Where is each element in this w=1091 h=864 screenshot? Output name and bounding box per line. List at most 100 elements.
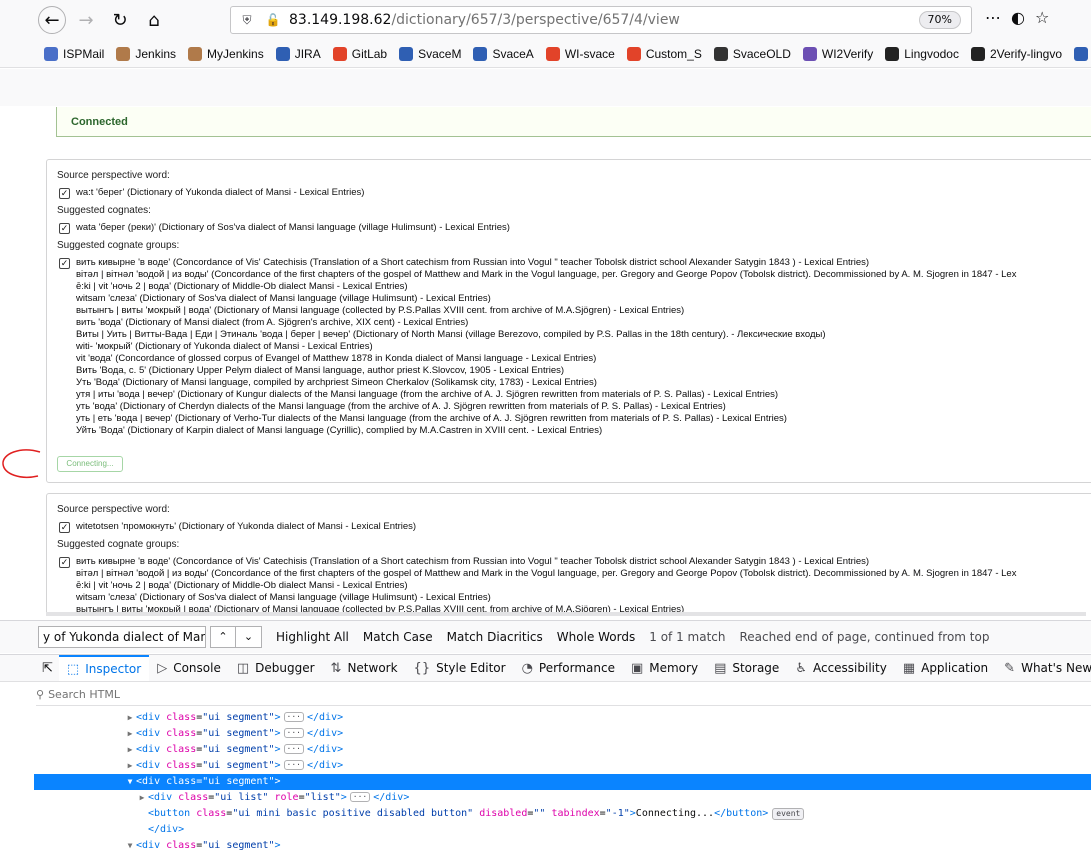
- pocket-icon[interactable]: ◐: [1011, 8, 1025, 27]
- bookmark-item[interactable]: Jenkins: [116, 46, 176, 61]
- checkbox-checked-icon[interactable]: ✓: [59, 223, 70, 234]
- bookmark-favicon-icon: [802, 46, 817, 61]
- find-input[interactable]: y of Yukonda dialect of Mansi: [38, 626, 206, 648]
- bookmark-item[interactable]: ISP: [1074, 46, 1091, 61]
- memory-icon: ▣: [630, 660, 644, 676]
- collapse-arrow-icon[interactable]: ▼: [124, 774, 136, 790]
- bookmark-item[interactable]: SvaceA: [473, 46, 534, 61]
- back-button[interactable]: ←: [38, 6, 66, 34]
- cognate-group-entry: вить кивырне 'в воде' (Concordance of Vi…: [76, 556, 870, 567]
- bookmark-item[interactable]: SvaceM: [399, 46, 461, 61]
- collapsed-content-icon[interactable]: ···: [283, 744, 304, 754]
- forward-button[interactable]: →: [72, 6, 100, 34]
- devtools-tab-style-editor[interactable]: {} Style Editor: [406, 655, 514, 681]
- bookmark-item[interactable]: WI2Verify: [802, 46, 873, 61]
- bookmark-item[interactable]: WI-svace: [545, 46, 615, 61]
- checkbox-checked-icon[interactable]: ✓: [59, 557, 70, 568]
- devtools-tab-network[interactable]: ⇅ Network: [323, 655, 406, 681]
- expand-arrow-icon[interactable]: ▶: [136, 790, 148, 806]
- event-badge[interactable]: event: [772, 808, 805, 820]
- cognate-groups-label: Suggested cognate groups:: [57, 240, 180, 251]
- collapse-arrow-icon[interactable]: ▼: [124, 838, 136, 854]
- connecting-button[interactable]: Connecting...: [57, 456, 123, 472]
- zoom-level-badge[interactable]: 70%: [918, 11, 961, 29]
- bookmark-favicon-icon: [275, 46, 290, 61]
- chevron-down-icon: ⌄: [243, 630, 254, 643]
- red-annotation-mark: [2, 449, 41, 478]
- match-case-option[interactable]: Match Case: [363, 630, 433, 644]
- search-html-field[interactable]: ⚲ Search HTML: [36, 684, 1091, 706]
- source-word: witetotsen 'промокнуть' (Dictionary of Y…: [76, 521, 417, 532]
- markup-node-selected[interactable]: ▼ <div class="ui segment">: [34, 774, 1091, 790]
- devtools-tab-storage[interactable]: ▤ Storage: [706, 655, 787, 681]
- source-word-row[interactable]: ✓ witetotsen 'промокнуть' (Dictionary of…: [57, 521, 1091, 533]
- bookmark-favicon-icon: [188, 46, 203, 61]
- cognate-group-row[interactable]: ✓ вить кивырне 'в воде' (Concordance of …: [57, 257, 1091, 437]
- bookmark-favicon-icon: [626, 46, 641, 61]
- bookmark-item[interactable]: SvaceOLD: [713, 46, 791, 61]
- devtools-tab-accessibility[interactable]: ♿ Accessibility: [787, 655, 895, 681]
- console-icon: ▷: [157, 660, 168, 676]
- collapsed-content-icon[interactable]: ···: [349, 792, 371, 802]
- url-bar[interactable]: ⛨ 🔓 83.149.198.62/dictionary/657/3/persp…: [230, 6, 972, 34]
- devtools-tab-application[interactable]: ▦ Application: [895, 655, 996, 681]
- devtools-tab-memory[interactable]: ▣ Memory: [623, 655, 706, 681]
- find-status: Reached end of page, continued from top: [739, 630, 990, 644]
- devtools-tab-debugger[interactable]: ◫ Debugger: [229, 655, 323, 681]
- suggested-cognate-row[interactable]: ✓ wata 'берег (реки)' (Dictionary of Sos…: [57, 222, 1091, 234]
- cognate-group-entry: vit 'вода' (Concordance of glossed corpu…: [76, 353, 597, 364]
- cognate-group-entry: Вить 'Вода, с. 5' (Dictionary Upper Pely…: [76, 365, 565, 376]
- checkbox-checked-icon[interactable]: ✓: [59, 258, 70, 269]
- shield-icon[interactable]: ⛨: [237, 13, 257, 28]
- horizontal-scrollbar[interactable]: [46, 612, 1086, 616]
- bookmark-item[interactable]: ISPMail: [44, 46, 105, 61]
- cognate-group-entry: вить кивырне 'в воде' (Concordance of Vi…: [76, 257, 870, 268]
- expand-arrow-icon[interactable]: ▶: [124, 742, 136, 758]
- whole-words-option[interactable]: Whole Words: [557, 630, 635, 644]
- accessibility-icon: ♿: [795, 660, 807, 676]
- source-word-row[interactable]: ✓ wa:t 'берег' (Dictionary of Yukonda di…: [57, 187, 1091, 199]
- devtools-tab-what-s-new[interactable]: ✎ What's New: [996, 655, 1091, 681]
- devtools-tab-label: Performance: [538, 661, 615, 675]
- markup-node-list[interactable]: ▶ <div class="ui list" role="list"> ··· </d…: [34, 790, 1091, 806]
- devtools-tab-inspector[interactable]: ⬚ Inspector: [58, 655, 150, 681]
- whats-new-icon: ✎: [1004, 660, 1016, 676]
- cognate-group-row[interactable]: ✓ вить кивырне 'в воде' (Concordance of …: [57, 556, 1091, 616]
- bookmark-item[interactable]: MyJenkins: [188, 46, 264, 61]
- find-next-button[interactable]: ⌄: [236, 626, 262, 648]
- collapsed-content-icon[interactable]: ···: [283, 728, 304, 738]
- cognate-group-entry: уть | еть 'вода | вечер' (Dictionary of …: [76, 413, 787, 424]
- markup-node-segment[interactable]: ▶ <div class="ui segment"> ··· </div>: [34, 726, 1091, 742]
- insecure-lock-icon[interactable]: 🔓: [263, 13, 283, 27]
- find-previous-button[interactable]: ⌃: [210, 626, 236, 648]
- expand-arrow-icon[interactable]: ▶: [124, 726, 136, 742]
- markup-node-segment[interactable]: ▼ <div class="ui segment">: [34, 838, 1091, 854]
- cognate-group-entry: вітәл | вітнәл 'водой | из воды' (Concor…: [76, 568, 1017, 579]
- checkbox-checked-icon[interactable]: ✓: [59, 522, 70, 533]
- match-diacritics-option[interactable]: Match Diacritics: [447, 630, 543, 644]
- bookmark-item[interactable]: GitLab: [332, 46, 387, 61]
- markup-node-button[interactable]: <button class="ui mini basic positive di…: [34, 806, 1091, 822]
- reload-button[interactable]: ↻: [106, 6, 134, 34]
- bookmark-item[interactable]: Lingvodoc: [885, 46, 959, 61]
- bookmark-label: ISPMail: [63, 46, 105, 61]
- bookmark-item[interactable]: 2Verify-lingvo: [970, 46, 1062, 61]
- bookmark-item[interactable]: JIRA: [275, 46, 321, 61]
- home-button[interactable]: ⌂: [140, 6, 168, 34]
- devtools-tab-performance[interactable]: ◔ Performance: [514, 655, 623, 681]
- devtools-tab-console[interactable]: ▷ Console: [149, 655, 229, 681]
- expand-arrow-icon[interactable]: ▶: [124, 758, 136, 774]
- expand-arrow-icon[interactable]: ▶: [124, 710, 136, 726]
- ellipsis-menu-icon[interactable]: ⋯: [985, 8, 1001, 27]
- highlight-all-option[interactable]: Highlight All: [276, 630, 349, 644]
- markup-node-segment[interactable]: ▶ <div class="ui segment"> ··· </div>: [34, 742, 1091, 758]
- collapsed-content-icon[interactable]: ···: [283, 712, 304, 722]
- element-picker-icon[interactable]: ⇱: [36, 655, 59, 681]
- star-icon[interactable]: ☆: [1035, 8, 1049, 27]
- markup-node-segment[interactable]: ▶ <div class="ui segment"> ··· </div>: [34, 710, 1091, 726]
- bookmark-item[interactable]: Custom_S: [626, 46, 702, 61]
- checkbox-checked-icon[interactable]: ✓: [59, 188, 70, 199]
- markup-node-close[interactable]: </div>: [34, 822, 1091, 838]
- collapsed-content-icon[interactable]: ···: [283, 760, 304, 770]
- markup-node-segment[interactable]: ▶ <div class="ui segment"> ··· </div>: [34, 758, 1091, 774]
